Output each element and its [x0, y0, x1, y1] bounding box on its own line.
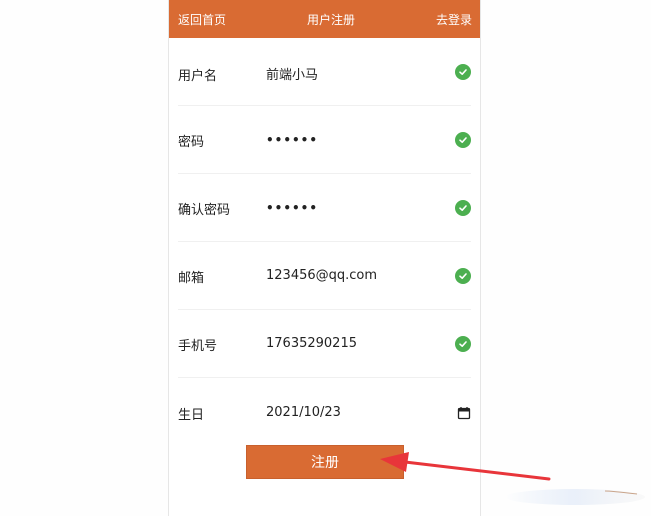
check-icon [455, 199, 471, 216]
form-row-confirm-password: 确认密码 •••••• [178, 174, 471, 242]
check-icon [455, 267, 471, 284]
go-login-link[interactable]: 去登录 [436, 11, 472, 28]
birthday-label: 生日 [178, 407, 205, 423]
check-icon [455, 131, 471, 148]
calendar-icon[interactable] [457, 405, 471, 420]
form-row-password: 密码 •••••• [178, 106, 471, 174]
register-form: 用户名 前端小马 密码 •••••• 确认密码 •••••• 邮箱 123456… [169, 38, 480, 446]
form-row-birthday: 生日 2021/10/23 [178, 378, 471, 446]
confirm-password-label: 确认密码 [178, 203, 231, 218]
email-label: 邮箱 [178, 271, 205, 286]
back-home-link[interactable]: 返回首页 [178, 11, 226, 28]
stage: 返回首页 用户注册 去登录 用户名 前端小马 密码 •••••• 确认密码 ••… [0, 0, 651, 516]
birthday-input[interactable]: 2021/10/23 [266, 405, 457, 420]
page-title: 用户注册 [306, 12, 355, 27]
username-input[interactable]: 前端小马 [266, 64, 455, 83]
password-input[interactable]: •••••• [266, 133, 455, 147]
phone-label: 手机号 [178, 339, 218, 354]
check-icon [455, 63, 471, 80]
phone-input[interactable]: 17635290215 [266, 336, 455, 351]
annotation-arrow-icon [380, 452, 645, 505]
header-bar: 返回首页 用户注册 去登录 [169, 0, 480, 38]
check-icon [455, 335, 471, 352]
form-row-username: 用户名 前端小马 [178, 38, 471, 106]
password-label: 密码 [178, 135, 205, 150]
confirm-password-input[interactable]: •••••• [266, 201, 455, 215]
form-row-email: 邮箱 123456@qq.com [178, 242, 471, 310]
email-input[interactable]: 123456@qq.com [266, 268, 455, 283]
username-label: 用户名 [178, 69, 218, 84]
form-row-phone: 手机号 17635290215 [178, 310, 471, 378]
register-page: 返回首页 用户注册 去登录 用户名 前端小马 密码 •••••• 确认密码 ••… [168, 0, 481, 516]
